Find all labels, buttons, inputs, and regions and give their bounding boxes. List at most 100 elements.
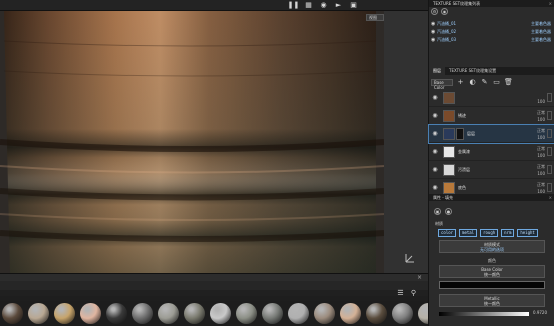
layer-thumbnail — [443, 145, 455, 158]
close-icon[interactable]: × — [417, 274, 422, 281]
search-icon[interactable]: ⚲ — [409, 289, 418, 297]
material-preset-sphere[interactable] — [28, 303, 49, 324]
pause-icon[interactable]: ❚❚ — [288, 1, 300, 10]
material-mode-sub: 无可用的选项 — [480, 247, 504, 252]
channel-chip[interactable]: color — [438, 229, 457, 237]
axis-gizmo-icon — [405, 254, 414, 263]
layer-opacity[interactable]: 100 — [537, 171, 545, 176]
eye-icon[interactable]: ◉ — [429, 148, 441, 155]
barrel-3d-model[interactable] — [0, 11, 384, 273]
material-preset-sphere[interactable] — [54, 303, 75, 324]
settings-icon[interactable]: ⚙ — [431, 8, 438, 15]
layer-opacity[interactable]: 100 — [537, 99, 545, 104]
texture-set-list-title: TEXTURE SET纹理集列表 — [433, 1, 481, 6]
layer-row[interactable]: ◉ 金属漆 正常 100 — [429, 143, 554, 161]
grid-icon[interactable]: ▦ — [304, 1, 313, 10]
material-preset-sphere[interactable] — [2, 303, 23, 324]
material-preset-sphere[interactable] — [210, 303, 231, 324]
layer-opacity[interactable]: 100 — [537, 117, 545, 122]
tab-layers[interactable]: 图层 — [429, 67, 445, 75]
render-icon[interactable]: ► — [334, 1, 343, 10]
texture-set-item[interactable]: ◉ 汽油桶_02 主要着色器 — [431, 28, 553, 36]
opacity-stepper[interactable] — [547, 93, 552, 102]
metallic-button[interactable]: Metallic 统一颜色 — [439, 294, 545, 307]
layer-opacity[interactable]: 100 — [537, 153, 545, 158]
material-preset-sphere[interactable] — [314, 303, 335, 324]
eye-icon[interactable]: ◉ — [429, 166, 441, 173]
texture-set-list-header: TEXTURE SET纹理集列表 × — [429, 0, 554, 7]
opacity-stepper[interactable] — [547, 165, 552, 174]
channel-chip[interactable]: nrm — [501, 229, 515, 237]
layer-blend-mode[interactable]: 正常 — [537, 128, 545, 134]
layer-blend-mode[interactable]: 正常 — [537, 182, 545, 188]
material-preset-sphere[interactable] — [184, 303, 205, 324]
snapshot-icon[interactable]: ▣ — [349, 1, 358, 10]
base-color-button[interactable]: Base Color 统一颜色 — [439, 265, 545, 278]
shelf-tab-bar: × — [0, 274, 428, 281]
sphere-icon[interactable]: ● — [445, 208, 452, 215]
layer-blend-mode[interactable]: 正常 — [537, 110, 545, 116]
material-preset-sphere[interactable] — [340, 303, 361, 324]
opacity-stepper[interactable] — [547, 129, 552, 138]
layer-row[interactable]: ◉ 锈迹 正常 100 — [429, 107, 554, 125]
layer-blend-mode[interactable]: 正常 — [537, 164, 545, 170]
add-layer-icon[interactable]: + — [456, 78, 465, 87]
mask-icon[interactable]: ◐ — [468, 78, 477, 87]
material-icon[interactable]: ▣ — [434, 208, 441, 215]
close-icon[interactable]: × — [549, 0, 552, 7]
material-preset-sphere[interactable] — [262, 303, 283, 324]
channel-chip[interactable]: height — [517, 229, 538, 237]
metallic-value[interactable]: 0.9720 — [533, 310, 547, 315]
base-color-swatch[interactable] — [439, 281, 545, 289]
layer-thumbnail — [443, 127, 455, 140]
properties-panel: ▣ ● 材质 color metal rough nrm height 材质模式 无可用… — [429, 202, 554, 326]
eye-icon[interactable]: ◉ — [429, 112, 441, 119]
effect-icon[interactable]: ✎ — [480, 78, 489, 87]
opacity-stepper[interactable] — [547, 147, 552, 156]
eye-icon[interactable]: ◉ — [429, 94, 441, 101]
material-preset-sphere[interactable] — [236, 303, 257, 324]
channel-chip[interactable]: metal — [459, 229, 478, 237]
close-icon[interactable]: × — [549, 194, 552, 201]
metallic-slider[interactable] — [439, 312, 529, 316]
material-preset-sphere[interactable] — [132, 303, 153, 324]
property-icons: ▣ ● — [434, 208, 452, 215]
3d-viewport[interactable]: ❚❚ ▦ ◉ ► ▣ 视图 × ☰ ⚲ — [0, 0, 428, 296]
camera-icon[interactable]: ◉ — [319, 1, 328, 10]
eye-icon[interactable]: ◉ — [429, 130, 441, 137]
layer-name: 锈迹 — [458, 112, 466, 118]
material-preset-sphere[interactable] — [392, 303, 413, 324]
texture-set-item[interactable]: ◉ 汽油桶_03 主要着色器 — [431, 36, 553, 44]
channel-select[interactable]: Base Color — [431, 78, 453, 90]
material-label: 材质 — [435, 221, 443, 226]
texture-set-name: 汽油桶_02 — [437, 29, 457, 34]
texture-set-item[interactable]: ◉ 汽油桶_01 主要着色器 — [431, 20, 553, 28]
layer-blend-mode[interactable]: 正常 — [537, 146, 545, 152]
opacity-stepper[interactable] — [547, 111, 552, 120]
folder-icon[interactable]: ▭ — [492, 78, 501, 87]
layer-name: 污渍层 — [458, 166, 470, 172]
opacity-stepper[interactable] — [547, 183, 552, 192]
material-preset-sphere[interactable] — [106, 303, 127, 324]
layer-name: 层层 — [467, 130, 475, 136]
material-preset-sphere[interactable] — [288, 303, 309, 324]
layers-toolbar: Base Color + ◐ ✎ ▭ 🗑 — [431, 77, 553, 90]
camera-select[interactable]: 视图 — [366, 14, 384, 21]
material-preset-sphere[interactable] — [80, 303, 101, 324]
material-preset-sphere[interactable] — [366, 303, 387, 324]
channel-chip[interactable]: rough — [480, 229, 499, 237]
material-channel-chips: color metal rough nrm height — [438, 229, 538, 237]
material-preset-sphere[interactable] — [158, 303, 179, 324]
layer-opacity[interactable]: 100 — [537, 135, 545, 140]
list-icon[interactable]: ☰ — [396, 289, 405, 297]
layer-row[interactable]: ◉ 层层 正常 100 — [428, 124, 554, 144]
material-preset-sphere[interactable] — [418, 303, 428, 324]
layer-row[interactable]: ◉ 100 — [429, 89, 554, 107]
tab-texture-set-settings[interactable]: TEXTURE SET纹理集设置 — [445, 67, 500, 75]
layer-list: ◉ 100 ◉ 锈迹 正常 100 ◉ 层层 正常 100 ◉ 金属漆 正常 1… — [428, 89, 554, 197]
eye-icon[interactable]: ◉ — [441, 8, 448, 15]
layer-row[interactable]: ◉ 污渍层 正常 100 — [429, 161, 554, 179]
delete-icon[interactable]: 🗑 — [504, 78, 513, 87]
eye-icon[interactable]: ◉ — [429, 184, 441, 191]
material-mode-button[interactable]: 材质模式 无可用的选项 — [439, 240, 545, 253]
